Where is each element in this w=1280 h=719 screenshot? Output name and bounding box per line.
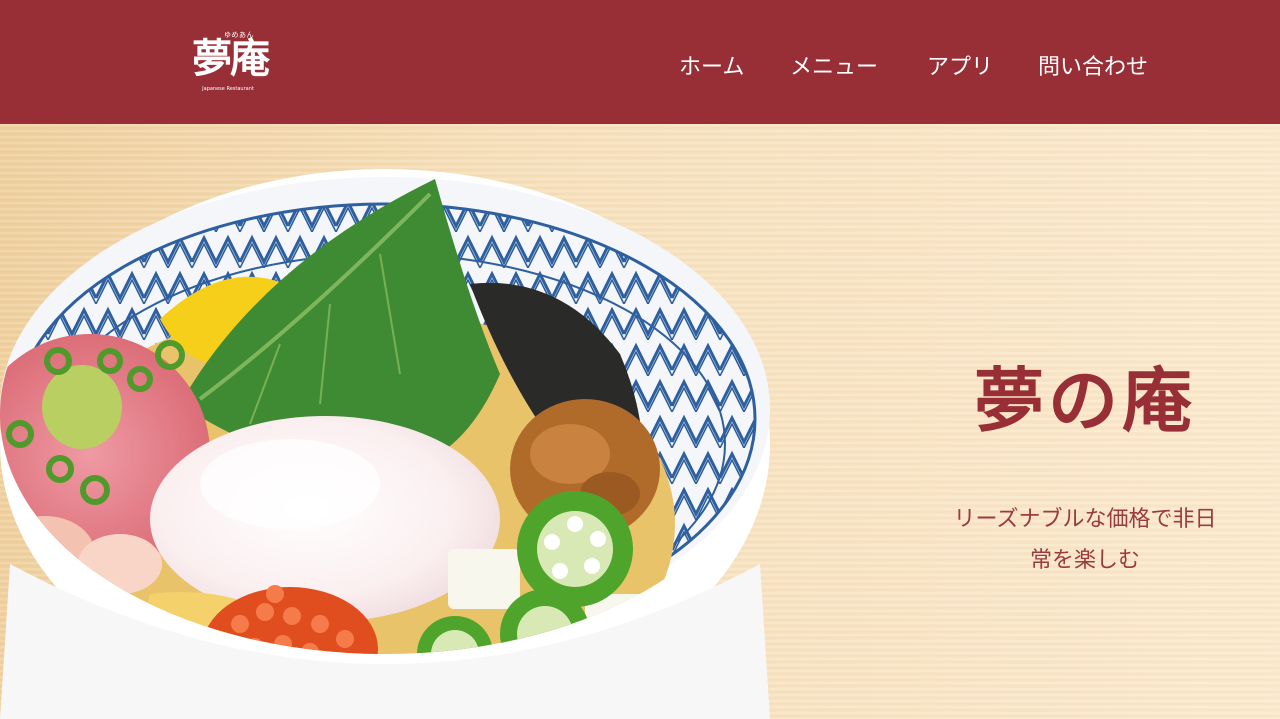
hero-subtitle: リーズナブルな価格で非日 常を楽しむ (930, 499, 1240, 581)
hero-subtitle-line1: リーズナブルな価格で非日 (953, 507, 1217, 532)
yam-cube (448, 549, 520, 609)
wasabi (42, 365, 122, 449)
hero-section: 夢の庵 リーズナブルな価格で非日 常を楽しむ (0, 124, 1280, 719)
main-nav: ホーム メニュー アプリ 問い合わせ (0, 53, 1280, 83)
nav-home[interactable]: ホーム (679, 53, 744, 83)
nav-app[interactable]: アプリ (927, 53, 993, 83)
logo-subtitle: Japanese Restaurant (202, 86, 254, 92)
hero-title: 夢の庵 (974, 359, 1196, 442)
hero-subtitle-line2: 常を楽しむ (1029, 548, 1140, 573)
hero-bowl-image (0, 124, 800, 719)
donburi-bowl-illustration (0, 169, 770, 719)
nav-menu[interactable]: メニュー (790, 53, 878, 83)
site-header: ゆめあん 夢庵 Japanese Restaurant ホーム メニュー アプリ… (0, 0, 1280, 124)
nav-contact[interactable]: 問い合わせ (1038, 53, 1148, 83)
